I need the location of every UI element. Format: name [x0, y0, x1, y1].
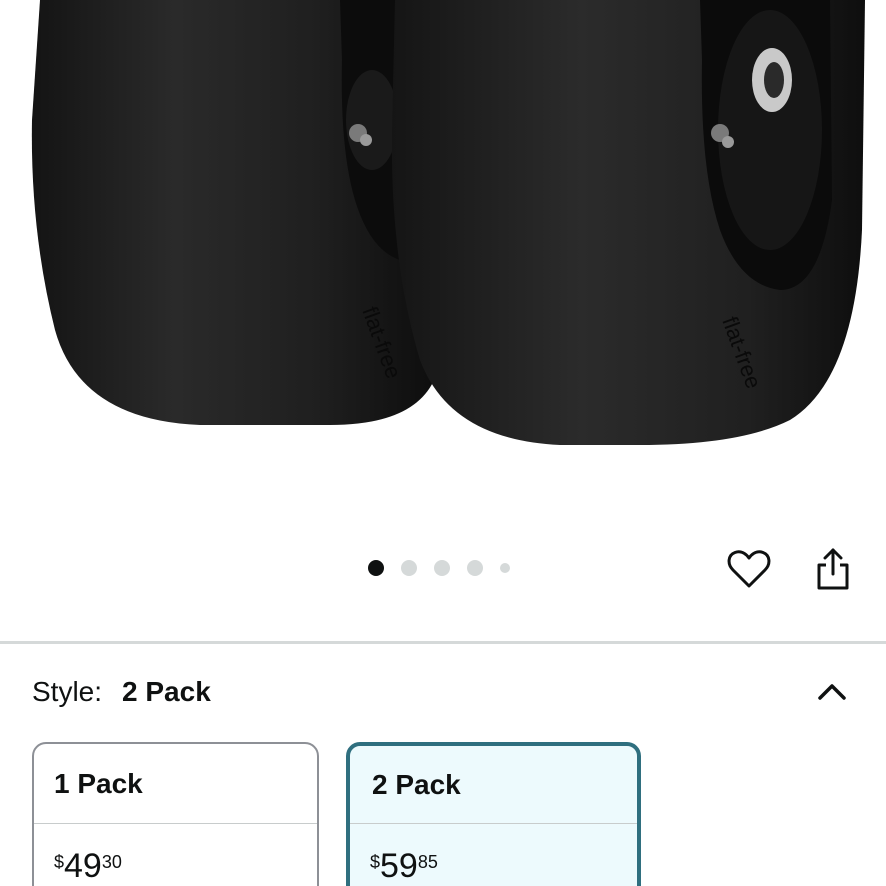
- carousel-dot-1[interactable]: [368, 560, 384, 576]
- carousel-dot-5[interactable]: [500, 563, 510, 573]
- option-title: 2 Pack: [350, 746, 637, 824]
- product-image[interactable]: flat-free flat-free: [0, 0, 886, 530]
- style-label: Style:: [32, 676, 103, 707]
- style-option-1-pack[interactable]: 1 Pack $ 49 30: [32, 742, 319, 886]
- price-currency: $: [54, 852, 65, 872]
- image-carousel-indicator: [368, 560, 527, 576]
- share-button[interactable]: [810, 546, 856, 592]
- carousel-dot-3[interactable]: [434, 560, 450, 576]
- heart-icon: [727, 550, 771, 588]
- tires-illustration: flat-free flat-free: [31, 0, 865, 445]
- price-currency: $: [370, 852, 381, 872]
- carousel-dot-2[interactable]: [401, 560, 417, 576]
- option-title: 1 Pack: [34, 744, 317, 824]
- price-fraction: 30: [101, 852, 122, 872]
- selected-style-value: 2 Pack: [122, 676, 211, 707]
- price-whole: 49: [64, 847, 102, 885]
- carousel-dot-4[interactable]: [467, 560, 483, 576]
- favorite-button[interactable]: [726, 546, 772, 592]
- price-whole: 59: [380, 847, 418, 885]
- section-divider: [0, 641, 886, 644]
- tire-left: flat-free: [31, 0, 440, 425]
- option-price: $ 49 30: [34, 824, 317, 886]
- collapse-style-button[interactable]: [812, 672, 852, 712]
- tire-right: flat-free: [391, 0, 865, 445]
- share-icon: [817, 548, 849, 590]
- style-selector-header: Style: 2 Pack: [32, 672, 852, 712]
- option-price: $ 59 85: [350, 824, 637, 886]
- chevron-up-icon: [818, 684, 846, 700]
- price-fraction: 85: [417, 852, 438, 872]
- style-option-2-pack[interactable]: 2 Pack $ 59 85: [346, 742, 641, 886]
- product-page: flat-free flat-free Style: 2 Pack 1 Pack…: [0, 0, 886, 886]
